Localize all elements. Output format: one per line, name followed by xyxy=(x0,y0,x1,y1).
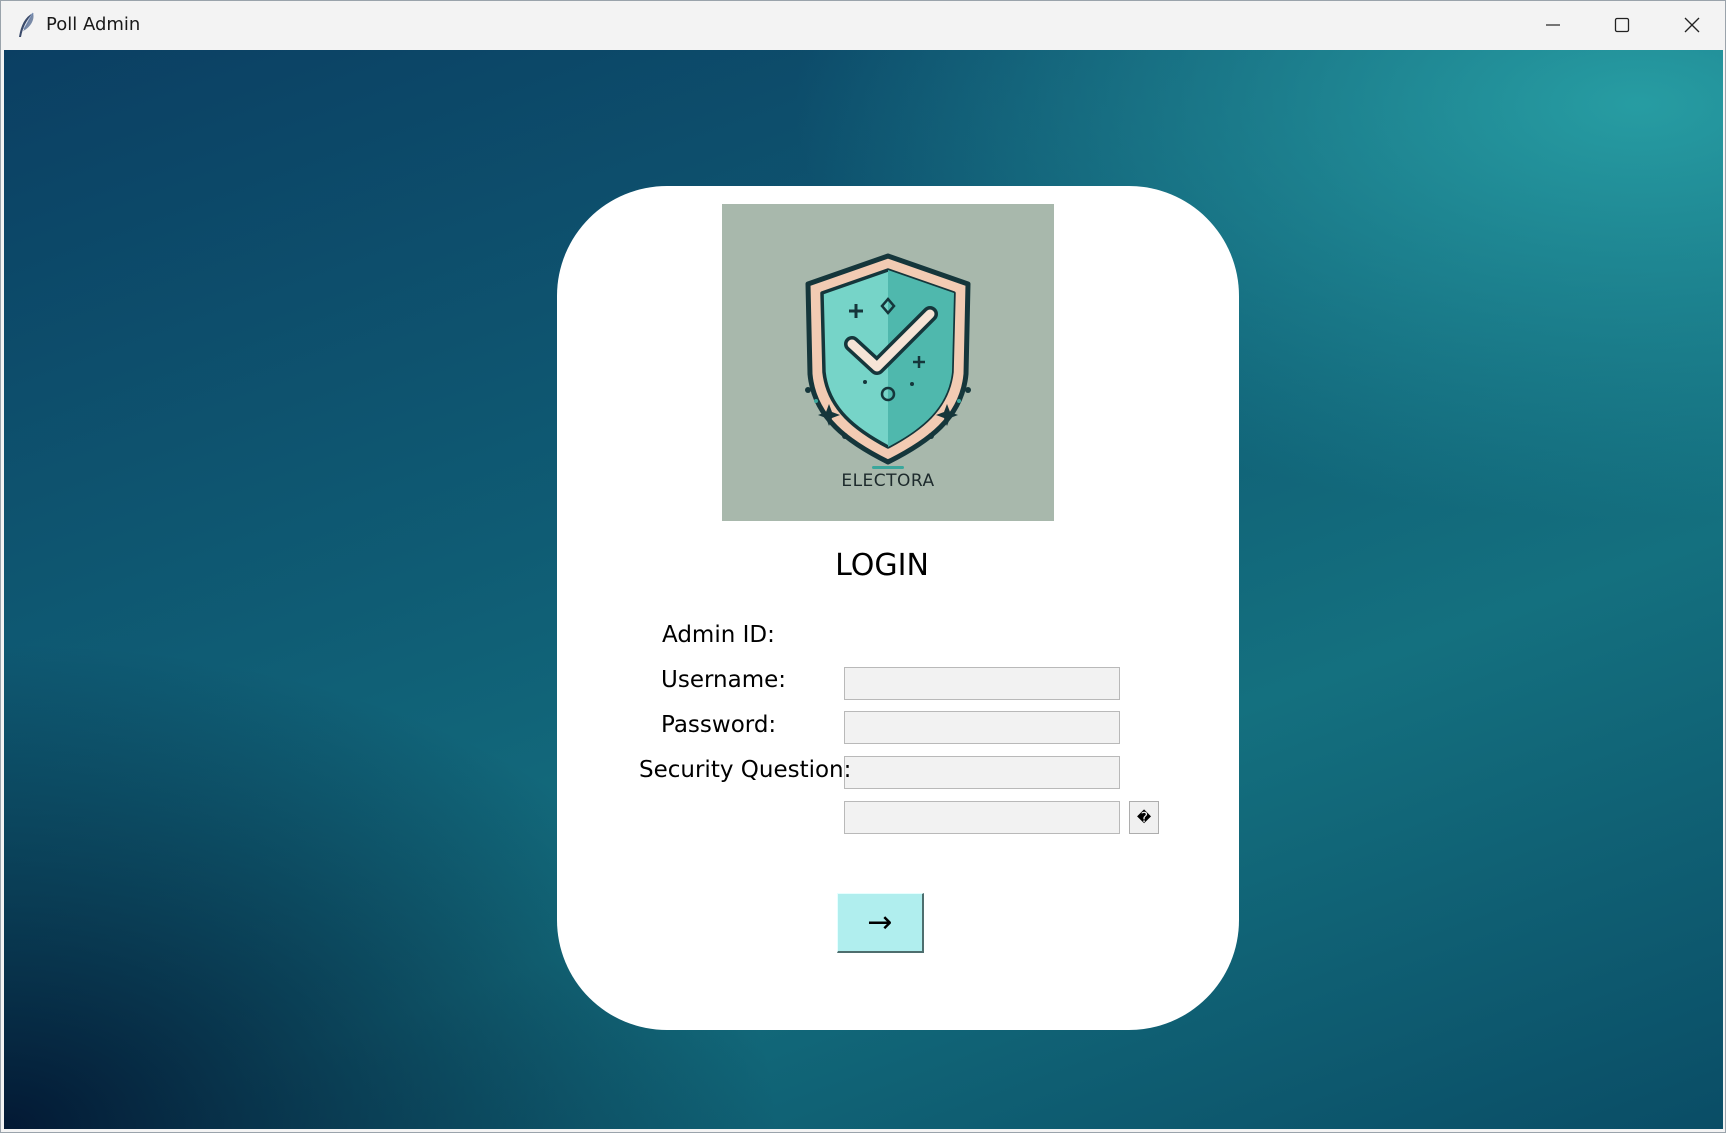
password-label: Password: xyxy=(661,712,777,738)
security-question-input[interactable] xyxy=(844,801,1120,834)
close-icon xyxy=(1684,17,1700,33)
window-title: Poll Admin xyxy=(46,14,141,35)
security-question-help-button[interactable]: � xyxy=(1129,801,1159,834)
minimize-icon xyxy=(1545,17,1561,33)
close-button[interactable] xyxy=(1657,1,1726,49)
maximize-icon xyxy=(1614,17,1630,33)
admin-id-input[interactable] xyxy=(844,667,1120,700)
security-question-label: Security Question: xyxy=(639,757,852,783)
maximize-button[interactable] xyxy=(1587,1,1657,49)
username-input[interactable] xyxy=(844,711,1120,744)
logo-text: ELECTORA xyxy=(841,471,935,491)
app-window: Poll Admin ELECTORA LOGIN Admin ID: User… xyxy=(0,0,1726,1133)
login-card: ELECTORA LOGIN Admin ID: Username: Passw… xyxy=(557,186,1239,1030)
admin-id-label: Admin ID: xyxy=(662,622,775,648)
password-input[interactable] xyxy=(844,756,1120,789)
username-label: Username: xyxy=(661,667,786,693)
feather-icon xyxy=(15,11,37,39)
title-bar[interactable]: Poll Admin xyxy=(1,1,1725,49)
login-title: LOGIN xyxy=(835,548,929,583)
background-area: ELECTORA LOGIN Admin ID: Username: Passw… xyxy=(4,50,1723,1129)
minimize-button[interactable] xyxy=(1518,1,1588,49)
login-submit-button[interactable]: → xyxy=(837,893,924,953)
logo-image: ELECTORA xyxy=(722,204,1054,521)
